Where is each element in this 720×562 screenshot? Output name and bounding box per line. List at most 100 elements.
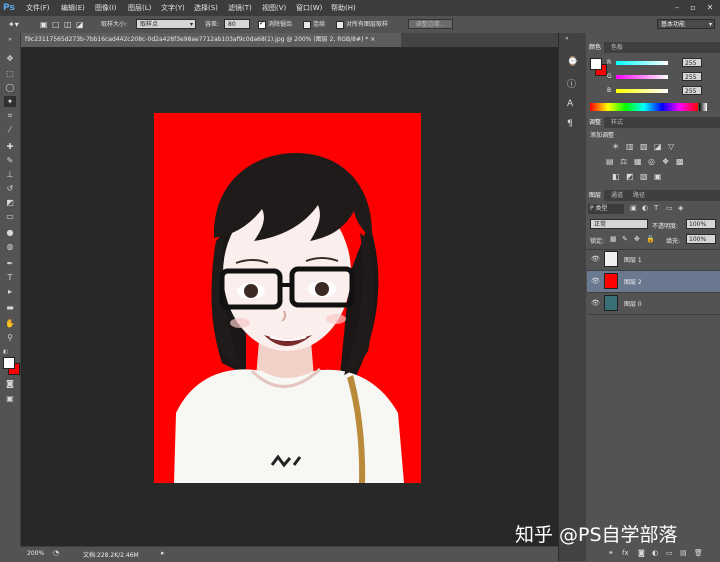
lock-all-icon[interactable]: 🔒 xyxy=(646,235,655,243)
layer-name[interactable]: 图层 0 xyxy=(624,299,642,308)
type-filter-icon[interactable]: T xyxy=(654,204,658,212)
layer-name[interactable]: 图层 2 xyxy=(624,277,642,286)
new-group-icon[interactable]: ▭ xyxy=(666,549,673,557)
tab-layers[interactable]: 图层 xyxy=(586,190,605,201)
gradient-map-icon[interactable]: ▣ xyxy=(654,172,662,181)
color-balance-icon[interactable]: ⚖ xyxy=(620,157,627,166)
menu-edit[interactable]: 编辑(E) xyxy=(61,2,85,14)
new-selection-icon[interactable]: ▣ xyxy=(40,19,48,30)
dodge-tool-icon[interactable]: ◍ xyxy=(4,241,16,252)
crop-tool-icon[interactable]: ⌗ xyxy=(4,110,16,121)
collapse-icon[interactable]: » xyxy=(4,34,16,45)
character-icon[interactable]: A xyxy=(567,99,573,109)
lock-transparent-icon[interactable]: ▦ xyxy=(610,235,617,243)
tab-channels[interactable]: 通道 xyxy=(608,190,626,201)
document-tab[interactable]: f9c23117565d273b-7bb16cad442c208c-0d2a42… xyxy=(21,33,401,47)
visibility-eye-icon[interactable]: 👁 xyxy=(591,299,600,307)
close-icon[interactable]: ✕ xyxy=(703,2,717,13)
tolerance-input[interactable]: 80 xyxy=(224,19,250,29)
eraser-tool-icon[interactable]: ◩ xyxy=(4,197,16,208)
refine-edge-button[interactable]: 调整边缘... xyxy=(408,19,453,29)
eyedropper-tool-icon[interactable]: ⁄ xyxy=(4,124,16,135)
status-info-icon[interactable]: ◔ xyxy=(53,549,59,557)
curves-icon[interactable]: ▨ xyxy=(640,142,648,151)
posterize-icon[interactable]: ◩ xyxy=(626,172,634,181)
menu-select[interactable]: 选择(S) xyxy=(194,2,218,14)
layer-row[interactable]: 👁 图层 0 xyxy=(587,293,720,315)
visibility-eye-icon[interactable]: 👁 xyxy=(591,255,600,263)
close-tab-icon[interactable]: × xyxy=(370,36,375,43)
history-brush-tool-icon[interactable]: ↺ xyxy=(4,183,16,194)
default-colors-icon[interactable]: ◧ xyxy=(3,349,9,355)
pen-tool-icon[interactable]: ✒ xyxy=(4,258,16,269)
status-arrow-icon[interactable]: ▸ xyxy=(161,549,165,557)
marquee-tool-icon[interactable]: ⬚ xyxy=(4,68,16,79)
new-adjustment-layer-icon[interactable]: ◐ xyxy=(652,549,658,557)
brightness-contrast-icon[interactable]: ☀ xyxy=(612,142,619,151)
zoom-tool-icon[interactable]: ⚲ xyxy=(4,332,16,343)
collapse-icon[interactable]: « xyxy=(565,35,569,42)
sample-all-layers-checkbox[interactable] xyxy=(336,21,344,29)
move-tool-icon[interactable]: ✥ xyxy=(4,53,16,64)
restore-icon[interactable]: ▫ xyxy=(686,2,700,13)
info-icon[interactable]: ⓘ xyxy=(567,77,576,90)
menu-help[interactable]: 帮助(H) xyxy=(331,2,356,14)
tab-styles[interactable]: 样式 xyxy=(608,117,626,128)
magic-wand-tool-icon[interactable]: ✦ xyxy=(4,96,16,107)
layer-row-selected[interactable]: 👁 图层 2 xyxy=(587,271,720,293)
menu-layer[interactable]: 图层(L) xyxy=(128,2,151,14)
link-layers-icon[interactable]: ⚭ xyxy=(608,549,614,557)
blur-tool-icon[interactable]: ● xyxy=(4,227,16,238)
magic-wand-tool-icon[interactable]: ✦▾ xyxy=(8,19,19,30)
add-mask-icon[interactable]: ◙ xyxy=(638,549,645,557)
workspace-select[interactable]: 基本功能 ▾ xyxy=(657,19,715,29)
vibrance-icon[interactable]: ▽ xyxy=(668,142,674,151)
layer-filter-select[interactable]: P 类型 xyxy=(588,204,624,214)
gradient-tool-icon[interactable]: ▭ xyxy=(4,211,16,222)
brush-tool-icon[interactable]: ✎ xyxy=(4,155,16,166)
menu-filter[interactable]: 滤镜(T) xyxy=(228,2,252,14)
levels-icon[interactable]: ▥ xyxy=(626,142,634,151)
zoom-level[interactable]: 200% xyxy=(27,550,44,557)
contiguous-checkbox[interactable] xyxy=(303,21,311,29)
sample-size-select[interactable]: 取样点 ▾ xyxy=(136,19,196,29)
smart-object-filter-icon[interactable]: ◈ xyxy=(678,204,683,212)
hue-saturation-icon[interactable]: ▤ xyxy=(606,157,614,166)
history-icon[interactable]: ⌚ xyxy=(567,57,578,67)
photo-filter-icon[interactable]: ◎ xyxy=(648,157,655,166)
quick-mask-icon[interactable]: ◙ xyxy=(4,378,16,389)
threshold-icon[interactable]: ▧ xyxy=(640,172,648,181)
delete-layer-icon[interactable]: 🗑 xyxy=(694,549,703,557)
new-layer-icon[interactable]: ▤ xyxy=(680,549,687,557)
layer-name[interactable]: 图层 1 xyxy=(624,255,642,264)
red-value[interactable]: 255 xyxy=(682,58,702,67)
black-white-icon[interactable]: ▦ xyxy=(634,157,642,166)
screen-mode-icon[interactable]: ▣ xyxy=(4,393,16,404)
hand-tool-icon[interactable]: ✋ xyxy=(4,318,16,329)
foreground-color-swatch[interactable] xyxy=(3,357,15,369)
antialias-checkbox[interactable]: ✓ xyxy=(258,19,266,29)
shape-filter-icon[interactable]: ▭ xyxy=(666,204,673,212)
clone-stamp-tool-icon[interactable]: ⊥ xyxy=(4,169,16,180)
layer-style-icon[interactable]: fx xyxy=(622,549,629,557)
color-lookup-icon[interactable]: ▩ xyxy=(676,157,684,166)
type-tool-icon[interactable]: T xyxy=(4,272,16,283)
menu-image[interactable]: 图像(I) xyxy=(95,2,117,14)
layer-row[interactable]: 👁 图层 1 xyxy=(587,249,720,271)
menu-window[interactable]: 窗口(W) xyxy=(296,2,322,14)
tab-color[interactable]: 颜色 xyxy=(586,42,605,53)
menu-type[interactable]: 文字(Y) xyxy=(161,2,185,14)
blue-value[interactable]: 255 xyxy=(682,86,702,95)
subtract-selection-icon[interactable]: ◫ xyxy=(64,19,72,30)
path-selection-tool-icon[interactable]: ▸ xyxy=(4,286,16,297)
tab-paths[interactable]: 路径 xyxy=(630,190,648,201)
visibility-eye-icon[interactable]: 👁 xyxy=(591,277,600,285)
fill-input[interactable]: 100% xyxy=(686,234,716,244)
lock-image-icon[interactable]: ✎ xyxy=(622,235,628,243)
red-slider[interactable] xyxy=(616,61,668,65)
add-selection-icon[interactable]: ▢ xyxy=(52,19,60,30)
adjustment-filter-icon[interactable]: ◐ xyxy=(642,204,648,212)
shape-tool-icon[interactable]: ▬ xyxy=(4,302,16,313)
paragraph-icon[interactable]: ¶ xyxy=(567,119,573,129)
tab-swatches[interactable]: 色板 xyxy=(608,42,626,53)
